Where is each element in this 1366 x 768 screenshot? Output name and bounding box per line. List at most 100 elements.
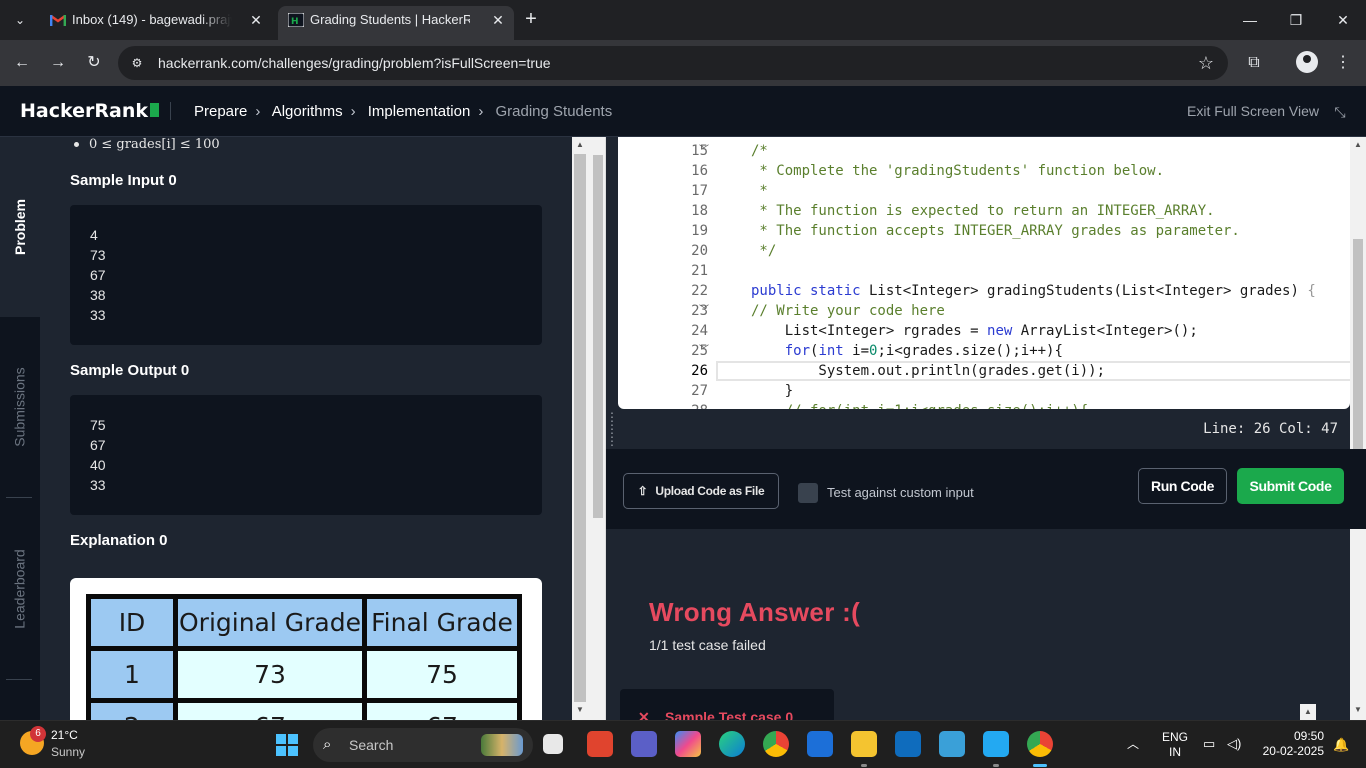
chevron-right-icon: › bbox=[478, 103, 484, 120]
site-info-icon[interactable]: ⚙ bbox=[128, 54, 146, 72]
explanation-table: ID Original Grade Final Grade 1 73 75 2 … bbox=[86, 594, 522, 720]
fold-chevron-icon[interactable]: ﹀ bbox=[696, 301, 712, 321]
copilot-icon[interactable] bbox=[675, 731, 701, 757]
tab-title: Grading Students | HackerRank bbox=[310, 12, 470, 27]
bookmark-star-icon[interactable]: ☆ bbox=[1198, 53, 1214, 73]
weather-badge: 6 bbox=[30, 726, 46, 742]
task-view-icon[interactable] bbox=[543, 734, 563, 754]
editor-scrollbar[interactable]: ▲ ▼ bbox=[1350, 137, 1366, 720]
notepad-icon[interactable] bbox=[939, 731, 965, 757]
custom-input-label[interactable]: Test against custom input bbox=[827, 485, 974, 500]
url-text[interactable]: hackerrank.com/challenges/grading/proble… bbox=[158, 46, 551, 80]
side-tabs: Problem Submissions Leaderboard bbox=[0, 137, 40, 720]
notification-bell-icon[interactable]: 🔔 bbox=[1333, 737, 1349, 753]
chrome-menu-icon[interactable]: ⋮ bbox=[1331, 51, 1355, 75]
hackerrank-icon: H bbox=[288, 13, 304, 27]
minimize-icon[interactable]: — bbox=[1227, 8, 1273, 32]
breadcrumb-implementation[interactable]: Implementation bbox=[368, 103, 471, 120]
edge-icon[interactable] bbox=[719, 731, 745, 757]
scrollbar-thumb[interactable] bbox=[574, 154, 586, 702]
gmail-icon bbox=[50, 15, 66, 26]
weather-temp[interactable]: 21°C bbox=[51, 728, 78, 742]
brave-browser-icon[interactable] bbox=[587, 731, 613, 757]
result-title: Wrong Answer :( bbox=[649, 597, 861, 627]
exit-fullscreen-icon[interactable]: ⤡ bbox=[1331, 103, 1349, 121]
system-clock[interactable]: 09:50 20-02-2025 bbox=[1258, 729, 1324, 759]
problem-scrollbar[interactable]: ▲ ▼ bbox=[572, 137, 606, 720]
maximize-icon[interactable]: ❐ bbox=[1273, 8, 1319, 32]
scroll-top-arrow-icon[interactable]: ▲ bbox=[1300, 704, 1316, 720]
submit-code-button[interactable]: Submit Code bbox=[1237, 468, 1344, 504]
sample-output-title: Sample Output 0 bbox=[70, 362, 190, 379]
search-highlight-image bbox=[481, 734, 523, 756]
custom-input-checkbox[interactable] bbox=[798, 483, 818, 503]
code-editor[interactable]: 15 ﹀/* 16 * Complete the 'gradingStudents… bbox=[618, 137, 1350, 409]
tab-gmail[interactable]: Inbox (149) - bagewadi.prajwal ✕ bbox=[40, 6, 272, 40]
taskbar-search[interactable]: ⌕ Search bbox=[313, 728, 533, 762]
store-icon[interactable] bbox=[807, 731, 833, 757]
file-explorer-icon[interactable] bbox=[851, 731, 877, 767]
new-tab-button[interactable]: + bbox=[520, 8, 542, 32]
chrome-active-icon[interactable] bbox=[1027, 731, 1053, 767]
tab-hackerrank[interactable]: H Grading Students | HackerRank ✕ bbox=[278, 6, 514, 40]
hackerrank-logo[interactable]: HackerRank bbox=[20, 100, 159, 122]
scroll-down-arrow-icon[interactable]: ▼ bbox=[572, 705, 588, 714]
back-arrow-icon[interactable]: ← bbox=[10, 51, 34, 75]
search-icon: ⌕ bbox=[323, 736, 332, 753]
sample-input-block: 4 73 67 38 33 bbox=[70, 205, 542, 345]
fold-chevron-icon[interactable]: ﹀ bbox=[696, 141, 712, 161]
cursor-position: Line: 26 Col: 47 bbox=[1203, 421, 1338, 437]
scroll-down-arrow-icon[interactable]: ▼ bbox=[1350, 705, 1366, 714]
fold-chevron-icon[interactable]: ﹀ bbox=[696, 341, 712, 361]
window-close-icon[interactable]: ✕ bbox=[1320, 8, 1366, 32]
breadcrumb-prepare[interactable]: Prepare bbox=[194, 103, 247, 120]
windows-start-icon[interactable] bbox=[276, 734, 298, 756]
explanation-title: Explanation 0 bbox=[70, 532, 168, 549]
network-icon[interactable]: ▭ bbox=[1203, 736, 1215, 752]
run-code-button[interactable]: Run Code bbox=[1138, 468, 1227, 504]
teams-icon[interactable] bbox=[631, 731, 657, 757]
tray-chevron-up-icon[interactable]: ︿ bbox=[1127, 735, 1139, 752]
weather-desc[interactable]: Sunny bbox=[51, 745, 85, 759]
inner-scrollbar-thumb[interactable] bbox=[593, 155, 603, 518]
search-placeholder: Search bbox=[349, 737, 394, 753]
reload-icon[interactable]: ↻ bbox=[82, 51, 106, 75]
breadcrumb-algorithms[interactable]: Algorithms bbox=[272, 103, 343, 120]
omnibox[interactable]: ⚙ hackerrank.com/challenges/grading/prob… bbox=[118, 46, 1228, 80]
chrome-icon[interactable] bbox=[763, 731, 789, 757]
upload-code-button[interactable]: ⇧ Upload Code as File bbox=[623, 473, 779, 509]
language-indicator[interactable]: ENG IN bbox=[1162, 730, 1188, 760]
tab-submissions[interactable]: Submissions bbox=[0, 317, 40, 497]
breadcrumb-current: Grading Students bbox=[495, 103, 613, 120]
sample-output-block: 75 67 40 33 bbox=[70, 395, 542, 515]
explanation-table-image: ID Original Grade Final Grade 1 73 75 2 … bbox=[70, 578, 542, 720]
chevron-right-icon: › bbox=[350, 103, 356, 120]
result-subtitle: 1/1 test case failed bbox=[649, 637, 766, 653]
sample-input-title: Sample Input 0 bbox=[70, 172, 177, 189]
hackerrank-header: HackerRank Prepare › Algorithms › Implemen… bbox=[0, 86, 1366, 137]
vscode-icon[interactable] bbox=[983, 731, 1009, 767]
editor-actions: ⇧ Upload Code as File Test against custom… bbox=[606, 449, 1366, 529]
exit-fullscreen-link[interactable]: Exit Full Screen View bbox=[1187, 86, 1319, 137]
tab-close-icon[interactable]: ✕ bbox=[488, 6, 508, 34]
chevron-right-icon: › bbox=[255, 103, 261, 120]
windows-taskbar: 6 21°C Sunny ⌕ Search ︿ ENG IN ▭ ◁) 09:50… bbox=[0, 720, 1366, 768]
forward-arrow-icon[interactable]: → bbox=[46, 51, 70, 75]
extensions-puzzle-icon[interactable]: ⧉ bbox=[1242, 51, 1266, 75]
outlook-icon[interactable] bbox=[895, 731, 921, 757]
scroll-up-arrow-icon[interactable]: ▲ bbox=[572, 140, 588, 149]
panel-resize-handle-icon[interactable]: ⋮ ⋮ ⋮ bbox=[606, 411, 618, 447]
scroll-up-arrow-icon[interactable]: ▲ bbox=[1350, 140, 1366, 149]
tab-search-chevron-icon[interactable]: ⌄ bbox=[8, 8, 32, 32]
browser-tab-bar: ⌄ Inbox (149) - bagewadi.prajwal ✕ H Gra… bbox=[0, 0, 1366, 40]
volume-icon[interactable]: ◁) bbox=[1227, 736, 1241, 752]
problem-panel: 0 ≤ grades[i] ≤ 100 Sample Input 0 4 73 … bbox=[40, 137, 572, 720]
tab-title: Inbox (149) - bagewadi.prajwal bbox=[72, 12, 232, 27]
result-panel: Wrong Answer :( 1/1 test case failed ✕ S… bbox=[618, 537, 1350, 729]
tab-leaderboard[interactable]: Leaderboard bbox=[0, 499, 40, 679]
profile-avatar-icon[interactable] bbox=[1296, 51, 1318, 73]
tab-close-icon[interactable]: ✕ bbox=[246, 6, 266, 34]
tab-problem[interactable]: Problem bbox=[0, 137, 40, 317]
constraint-item: 0 ≤ grades[i] ≤ 100 bbox=[74, 137, 220, 152]
upload-icon: ⇧ bbox=[637, 484, 648, 498]
